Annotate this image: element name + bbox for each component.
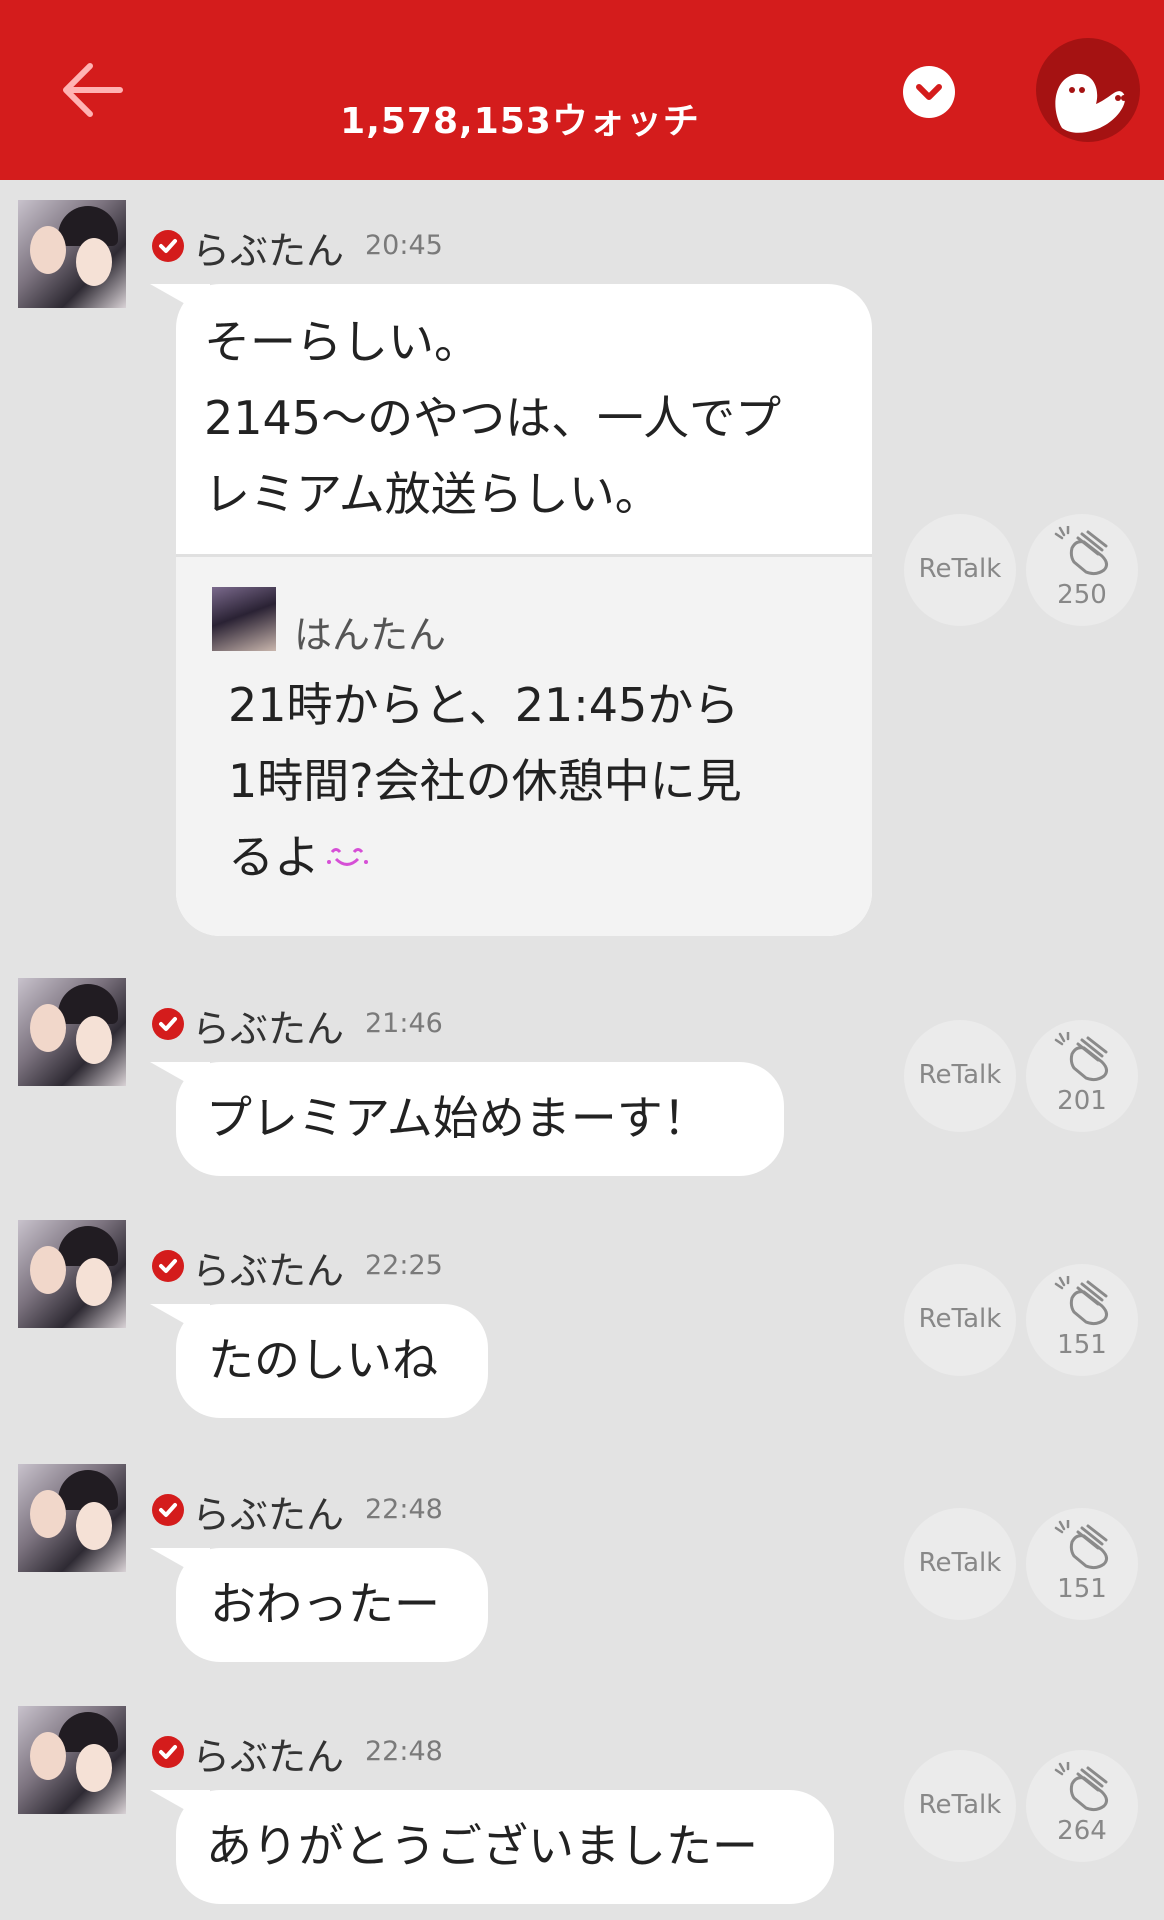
timestamp: 21:46: [365, 1008, 443, 1039]
message-line: おわったー: [210, 1577, 440, 1631]
chevron-down-icon: [916, 84, 942, 100]
avatar[interactable]: [18, 978, 126, 1086]
username: らぶたん: [192, 1007, 345, 1051]
message-item: らぶたん 22:48 おわったー ReTalk 151: [0, 1464, 1164, 1664]
message-bubble[interactable]: ありがとうございましたー: [150, 1790, 834, 1904]
dropdown-button[interactable]: [903, 66, 955, 118]
username: らぶたん: [192, 1735, 345, 1779]
avatar[interactable]: [18, 200, 126, 308]
timestamp: 22:48: [365, 1494, 443, 1525]
message-bubble[interactable]: プレミアム始めまーす！: [150, 1062, 784, 1176]
app-header: 1,578,153ウォッチ: [0, 0, 1164, 180]
message-item: らぶたん 21:46 プレミアム始めまーす！ ReTalk 201: [0, 978, 1164, 1178]
quote-line: 21時からと、21:45から: [228, 678, 740, 732]
clap-count: 250: [1057, 580, 1107, 610]
clap-hands-icon: [1054, 1520, 1109, 1570]
username: らぶたん: [192, 1493, 345, 1537]
retalk-label: ReTalk: [918, 1304, 1002, 1334]
quoted-message[interactable]: はんたん 21時からと、21:45から 1時間?会社の休憩中に見 るよ: [176, 554, 872, 936]
retalk-label: ReTalk: [918, 1060, 1002, 1090]
user-avatar-button[interactable]: [1036, 38, 1140, 142]
avatar[interactable]: [18, 1706, 126, 1814]
avatar[interactable]: [18, 1220, 126, 1328]
message-line: プレミアム始めまーす！: [206, 1091, 709, 1145]
verified-check-icon: [152, 230, 184, 262]
clap-hands-icon: [1054, 1032, 1109, 1082]
message-line: たのしいね: [208, 1333, 438, 1387]
message-item: らぶたん 20:45 そーらしい。 2145〜のやつは、一人でプ レミアム放送ら…: [0, 200, 1164, 960]
username: らぶたん: [192, 1249, 345, 1293]
timestamp: 22:25: [365, 1250, 443, 1281]
quote-avatar: [212, 587, 276, 651]
clap-button[interactable]: 250: [1026, 514, 1138, 626]
clap-count: 201: [1057, 1086, 1107, 1116]
clap-button[interactable]: 151: [1026, 1264, 1138, 1376]
message-item: らぶたん 22:48 ありがとうございましたー ReTalk 264: [0, 1706, 1164, 1920]
message-bubble[interactable]: たのしいね: [150, 1304, 488, 1418]
timestamp: 22:48: [365, 1736, 443, 1767]
clap-count: 151: [1057, 1330, 1107, 1360]
message-bubble[interactable]: そーらしい。 2145〜のやつは、一人でプ レミアム放送らしい。 はんたん 21…: [150, 284, 872, 936]
avatar[interactable]: [18, 1464, 126, 1572]
message-item: らぶたん 22:25 たのしいね ReTalk 151: [0, 1220, 1164, 1420]
clap-count: 264: [1057, 1816, 1107, 1846]
watch-count: 1,578,153ウォッチ: [340, 101, 700, 142]
quote-username: はんたん: [294, 613, 447, 657]
quote-line: るよ: [228, 830, 320, 884]
retalk-button[interactable]: ReTalk: [904, 1264, 1016, 1376]
clap-hands-icon: [1054, 526, 1109, 576]
message-line: 2145〜のやつは、一人でプ: [204, 391, 782, 445]
retalk-label: ReTalk: [918, 1548, 1002, 1578]
quote-line: 1時間?会社の休憩中に見: [228, 754, 742, 808]
verified-check-icon: [152, 1736, 184, 1768]
retalk-button[interactable]: ReTalk: [904, 1508, 1016, 1620]
clap-hands-icon: [1054, 1276, 1109, 1326]
clap-button[interactable]: 201: [1026, 1020, 1138, 1132]
timestamp: 20:45: [365, 230, 443, 261]
message-feed[interactable]: らぶたん 20:45 そーらしい。 2145〜のやつは、一人でプ レミアム放送ら…: [0, 180, 1164, 1920]
message-line: そーらしい。: [204, 315, 480, 369]
retalk-button[interactable]: ReTalk: [904, 1020, 1016, 1132]
retalk-button[interactable]: ReTalk: [904, 514, 1016, 626]
verified-check-icon: [152, 1250, 184, 1282]
clap-hands-icon: [1054, 1762, 1109, 1812]
message-line: ありがとうございましたー: [206, 1819, 758, 1873]
retalk-label: ReTalk: [918, 1790, 1002, 1820]
verified-check-icon: [152, 1494, 184, 1526]
username: らぶたん: [192, 229, 345, 273]
clap-count: 151: [1057, 1574, 1107, 1604]
smiling-face-icon: [327, 848, 368, 866]
retalk-button[interactable]: ReTalk: [904, 1750, 1016, 1862]
message-line: レミアム放送らしい。: [204, 467, 661, 521]
clap-button[interactable]: 264: [1026, 1750, 1138, 1862]
message-bubble[interactable]: おわったー: [150, 1548, 488, 1662]
verified-check-icon: [152, 1008, 184, 1040]
ghost-mascot-icon: [1055, 73, 1127, 133]
retalk-label: ReTalk: [918, 554, 1002, 584]
clap-button[interactable]: 151: [1026, 1508, 1138, 1620]
